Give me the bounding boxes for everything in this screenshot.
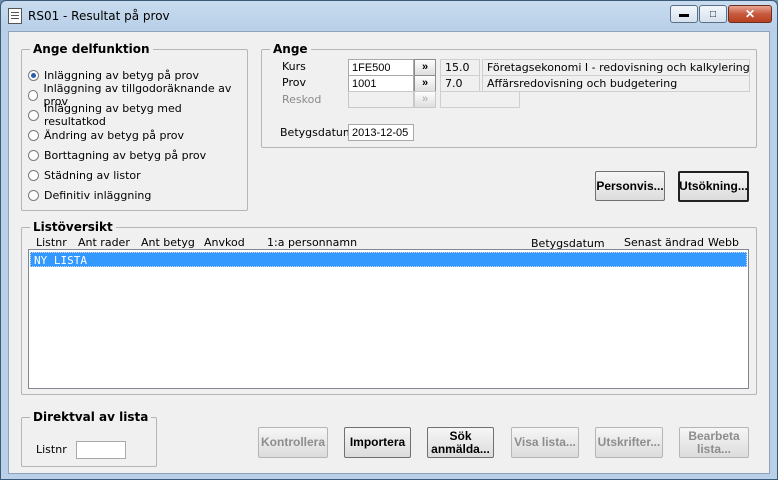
- prov-name: Affärsredovisning och budgetering: [482, 75, 750, 92]
- reskod-picker-button[interactable]: »: [414, 91, 436, 108]
- minimize-icon: ▬: [679, 8, 689, 20]
- radio-button[interactable]: [28, 69, 39, 81]
- betygsdatum-input[interactable]: 2013-12-05: [348, 124, 414, 141]
- close-button[interactable]: ✕: [728, 5, 772, 23]
- radio-button[interactable]: [28, 149, 39, 161]
- sok-anmalda-button[interactable]: Sök anmälda...: [427, 427, 494, 458]
- list-overview[interactable]: NY LISTA: [28, 249, 749, 389]
- kontrollera-button[interactable]: Kontrollera: [258, 427, 328, 458]
- betygsdatum-label: Betygsdatum: [280, 126, 354, 139]
- importera-button[interactable]: Importera: [344, 427, 411, 458]
- ange-group: Ange Kurs 1FE500 » 15.0 Företagsekonomi …: [261, 42, 757, 148]
- document-icon: [8, 8, 22, 24]
- prov-input[interactable]: 1001: [348, 75, 414, 92]
- ange-legend: Ange: [273, 42, 308, 56]
- radio-option-resultatkod[interactable]: Inläggning av betyg med resultatkod: [28, 102, 247, 128]
- radio-label: Städning av listor: [44, 168, 141, 182]
- radio-button[interactable]: [28, 189, 39, 201]
- kurs-name: Företagsekonomi I - redovisning och kalk…: [482, 59, 750, 76]
- title-bar[interactable]: RS01 - Resultat på prov ▬ □ ✕: [1, 1, 777, 31]
- column-header-senast-andrad[interactable]: Senast ändrad: [624, 236, 704, 249]
- list-item[interactable]: NY LISTA: [30, 252, 747, 267]
- prov-label: Prov: [282, 76, 306, 89]
- main-window: RS01 - Resultat på prov ▬ □ ✕ Ange delfu…: [0, 0, 778, 480]
- radio-button[interactable]: [28, 169, 39, 181]
- column-header-ant-betyg[interactable]: Ant betyg: [141, 236, 195, 249]
- close-icon: ✕: [744, 7, 756, 21]
- column-header-listnr[interactable]: Listnr: [36, 236, 67, 249]
- reskod-input[interactable]: [348, 91, 414, 108]
- column-header-ant-rader[interactable]: Ant rader: [78, 236, 130, 249]
- prov-picker-button[interactable]: »: [414, 75, 436, 92]
- column-header-webb[interactable]: Webb: [708, 236, 739, 249]
- reskod-label: Reskod: [282, 93, 322, 106]
- listnr-label: Listnr: [36, 443, 67, 456]
- delfunktion-group: Ange delfunktion Inläggning av betyg på …: [21, 42, 248, 211]
- radio-button[interactable]: [28, 129, 39, 141]
- window-title: RS01 - Resultat på prov: [28, 9, 170, 23]
- kurs-label: Kurs: [282, 60, 306, 73]
- radio-label: Borttagning av betyg på prov: [44, 148, 207, 162]
- minimize-button[interactable]: ▬: [670, 5, 698, 23]
- visa-lista-button[interactable]: Visa lista...: [511, 427, 579, 458]
- kurs-hp: 15.0: [440, 59, 480, 76]
- bearbeta-lista-button[interactable]: Bearbeta lista...: [679, 427, 749, 458]
- radio-button[interactable]: [28, 89, 39, 101]
- utskrifter-button[interactable]: Utskrifter...: [595, 427, 663, 458]
- prov-hp: 7.0: [440, 75, 480, 92]
- radio-label: Inläggning av betyg med resultatkod: [44, 102, 182, 128]
- radio-label: Definitiv inläggning: [44, 188, 152, 202]
- radio-option-stadning[interactable]: Städning av listor: [28, 166, 141, 184]
- maximize-icon: □: [709, 8, 717, 20]
- maximize-button[interactable]: □: [699, 5, 727, 23]
- radio-option-definitiv[interactable]: Definitiv inläggning: [28, 186, 151, 204]
- listoversikt-legend: Listöversikt: [33, 220, 113, 234]
- listnr-input[interactable]: [76, 441, 126, 459]
- direktval-legend: Direktval av lista: [33, 410, 149, 424]
- personvis-button[interactable]: Personvis...: [595, 171, 665, 201]
- radio-option-borttagning[interactable]: Borttagning av betyg på prov: [28, 146, 206, 164]
- radio-label: Ändring av betyg på prov: [44, 128, 185, 142]
- utsokning-button[interactable]: Utsökning...: [678, 171, 749, 202]
- delfunktion-legend: Ange delfunktion: [33, 42, 150, 56]
- column-header-personnamn[interactable]: 1:a personnamn: [267, 236, 357, 249]
- kurs-input[interactable]: 1FE500: [348, 59, 414, 76]
- radio-label: Inläggning av betyg på prov: [44, 68, 199, 82]
- radio-button[interactable]: [28, 109, 39, 121]
- column-header-anvkod[interactable]: Anvkod: [204, 236, 245, 249]
- kurs-picker-button[interactable]: »: [414, 59, 436, 76]
- radio-option-andring[interactable]: Ändring av betyg på prov: [28, 126, 184, 144]
- client-area: Ange delfunktion Inläggning av betyg på …: [8, 31, 770, 474]
- reskod-description: [440, 91, 520, 108]
- window-controls: ▬ □ ✕: [669, 5, 772, 23]
